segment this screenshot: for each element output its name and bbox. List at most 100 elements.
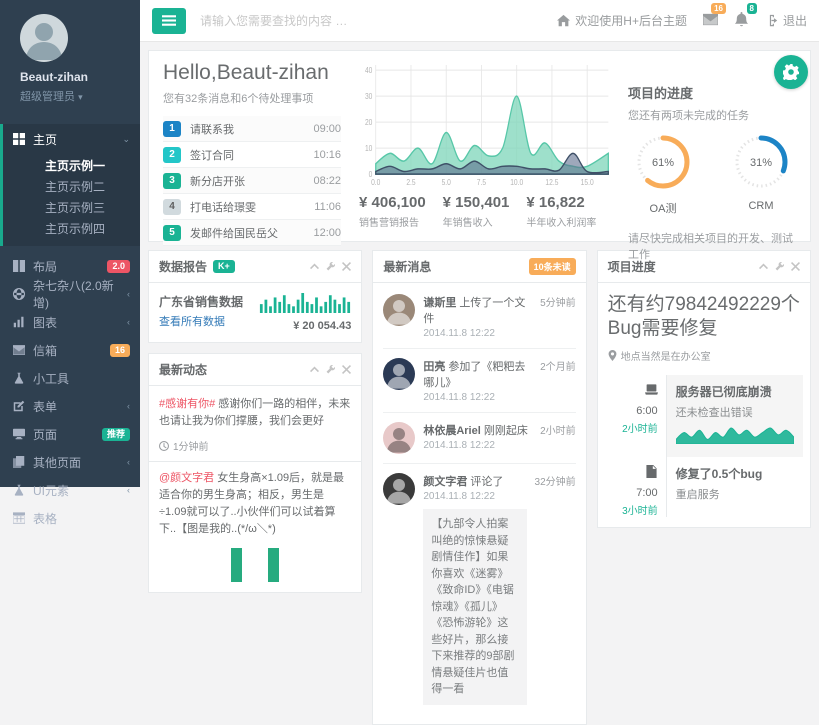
- message-user-link[interactable]: 田亮: [423, 361, 445, 373]
- message-user-link[interactable]: 谦斯里: [423, 297, 456, 309]
- sales-area-chart: 0102030400.02.55.07.510.012.515.0: [359, 61, 610, 188]
- sidebar-item-other-pages[interactable]: 其他页面 ‹: [0, 448, 140, 476]
- clock-icon: [159, 441, 169, 451]
- sidebar-item-misc[interactable]: 杂七杂八(2.0新增) ‹: [0, 280, 140, 308]
- wrench-icon[interactable]: [326, 365, 335, 374]
- divider: [149, 461, 361, 462]
- sidebar-item-mailbox[interactable]: 信箱 16: [0, 336, 140, 364]
- search-input[interactable]: [200, 14, 420, 28]
- panel-title: 数据报告: [159, 258, 207, 275]
- sidebar-item-ui-elements[interactable]: UI元素 ‹: [0, 476, 140, 504]
- sidebar-nav: 主页 ⌄ 主页示例一 主页示例二 主页示例三 主页示例四 布局 2.0 杂七杂八…: [0, 124, 140, 532]
- bar-chart-icon: [13, 316, 25, 328]
- hashtag-link[interactable]: #感谢有你#: [159, 398, 215, 410]
- sidebar-subitem-home-2[interactable]: 主页示例二: [3, 177, 140, 198]
- sidebar: Beaut-zihan 超级管理员 ▾ 主页 ⌄ 主页示例一 主页示例二 主页示…: [0, 0, 140, 487]
- panel-tools: [759, 262, 800, 271]
- feed-post: #感谢有你# 感谢你们一路的相伴，未来也请让我为你们撑腰，我们会更好: [159, 396, 351, 430]
- dashboard-hero: Hello,Beaut-zihan 您有32条消息和6个待处理事项 1 请联系我…: [148, 50, 811, 242]
- top-navbar: 欢迎使用H+后台主题 16 8 退出: [140, 0, 819, 42]
- report-sparkline-chart: [259, 293, 351, 313]
- sidebar-toggle-button[interactable]: [152, 8, 186, 34]
- greeting-subtitle: 您有32条消息和6个待处理事项: [163, 90, 341, 106]
- sidebar-item-forms[interactable]: 表单 ‹: [0, 392, 140, 420]
- file-icon: [645, 465, 658, 478]
- panel-body: 谦斯里 上传了一个文件 2014.11.8 12:22 5分钟前 田亮 参加了《…: [373, 283, 585, 724]
- chevron-left-icon: ‹: [127, 289, 130, 299]
- sidebar-item-pages[interactable]: 页面 推荐: [0, 420, 140, 448]
- timeline-item: 6:00 2小时前 服务器已彻底崩溃 还未检查出错误: [608, 375, 800, 457]
- user-role-dropdown[interactable]: 超级管理员 ▾: [20, 88, 140, 104]
- project-progress-panel: 项目进度 还有约79842492229个Bug需要修复 地点当然是在办公室: [597, 250, 811, 528]
- wrench-icon[interactable]: [775, 262, 784, 271]
- globe-icon: [13, 288, 25, 300]
- logout-button[interactable]: 退出: [765, 12, 807, 29]
- envelope-icon: [703, 12, 718, 27]
- todo-column: Hello,Beaut-zihan 您有32条消息和6个待处理事项 1 请联系我…: [163, 61, 341, 229]
- stat-annual-revenue: ¥ 150,401 年销售收入: [443, 194, 527, 229]
- collapse-icon[interactable]: [310, 365, 319, 374]
- todo-item[interactable]: 3 新分店开张 08:22: [163, 168, 341, 194]
- feed-image-bars: [159, 548, 351, 582]
- column-left: 数据报告 K+ 广东省销售数据 查看所有数据: [148, 250, 362, 593]
- progress-title: 项目的进度: [628, 83, 796, 102]
- avatar: [383, 422, 415, 454]
- collapse-icon[interactable]: [759, 262, 768, 271]
- sidebar-item-charts[interactable]: 图表 ‹: [0, 308, 140, 336]
- message-user-link[interactable]: 林依晨Ariel: [423, 425, 480, 437]
- panel-body: #感谢有你# 感谢你们一路的相伴，未来也请让我为你们撑腰，我们会更好 1分钟前 …: [149, 386, 361, 592]
- todo-item[interactable]: 4 打电话给璟雯 11:06: [163, 194, 341, 220]
- content: Hello,Beaut-zihan 您有32条消息和6个待处理事项 1 请联系我…: [140, 42, 819, 725]
- column-middle: 最新消息 10条未读 谦斯里 上传了一个文件 2014.11.8 12:22: [372, 250, 586, 725]
- todo-item[interactable]: 2 签订合同 10:16: [163, 142, 341, 168]
- mail-menu-button[interactable]: 16: [703, 12, 718, 30]
- panel-title: 最新消息: [383, 258, 431, 275]
- mention-link[interactable]: @颜文字君: [159, 472, 214, 484]
- message-item[interactable]: 颜文字君 评论了 2014.11.8 12:22 【九部令人拍案叫绝的惊悚悬疑剧…: [383, 464, 575, 714]
- svg-text:10: 10: [365, 144, 372, 154]
- stat-half-year-margin: ¥ 16,822 半年收入利润率: [526, 194, 610, 229]
- sidebar-item-layouts[interactable]: 布局 2.0: [0, 252, 140, 280]
- sidebar-subitem-home-4[interactable]: 主页示例四: [3, 219, 140, 240]
- topbar-right: 欢迎使用H+后台主题 16 8 退出: [557, 12, 807, 30]
- message-user-link[interactable]: 颜文字君: [423, 476, 467, 488]
- data-report-panel: 数据报告 K+ 广东省销售数据 查看所有数据: [148, 250, 362, 343]
- message-item[interactable]: 田亮 参加了《粑粑去哪儿》 2014.11.8 12:22 2个月前: [383, 349, 575, 413]
- sidebar-subitem-home-1[interactable]: 主页示例一: [3, 156, 140, 177]
- todo-number-badge: 4: [163, 199, 181, 215]
- sidebar-subitem-home-3[interactable]: 主页示例三: [3, 198, 140, 219]
- message-item[interactable]: 林依晨Ariel 刚刚起床 2014.11.8 12:22 2小时前: [383, 413, 575, 464]
- view-all-data-link[interactable]: 查看所有数据: [159, 313, 225, 329]
- user-avatar[interactable]: [20, 14, 68, 62]
- sidebar-item-widgets[interactable]: 小工具: [0, 364, 140, 392]
- close-icon[interactable]: [342, 262, 351, 271]
- panel-body: 还有约79842492229个Bug需要修复 地点当然是在办公室 6:00 2小…: [598, 283, 810, 527]
- quoted-comment: 【九部令人拍案叫绝的惊悚悬疑剧情佳作】如果你喜欢《迷雾》《致命ID》《电锯惊魂》…: [423, 509, 526, 705]
- theme-config-button[interactable]: [774, 55, 808, 89]
- sign-out-icon: [765, 14, 778, 27]
- gauge-crm: 31% CRM: [732, 133, 790, 216]
- sidebar-item-home[interactable]: 主页 ⌄: [0, 124, 140, 154]
- close-icon[interactable]: [342, 365, 351, 374]
- avatar: [383, 358, 415, 390]
- progress-note: 请尽快完成相关项目的开发、测试工作: [628, 230, 796, 262]
- todo-item[interactable]: 1 请联系我 09:00: [163, 116, 341, 142]
- collapse-icon[interactable]: [310, 262, 319, 271]
- latest-messages-panel: 最新消息 10条未读 谦斯里 上传了一个文件 2014.11.8 12:22: [372, 250, 586, 725]
- svg-text:0.0: 0.0: [371, 177, 380, 187]
- close-icon[interactable]: [791, 262, 800, 271]
- recommend-badge: 推荐: [102, 428, 130, 441]
- bell-icon: [734, 12, 749, 27]
- bug-location: 地点当然是在办公室: [608, 348, 800, 363]
- chevron-down-icon: ⌄: [122, 134, 130, 145]
- column-right: 项目进度 还有约79842492229个Bug需要修复 地点当然是在办公室: [597, 250, 811, 528]
- todo-number-badge: 2: [163, 147, 181, 163]
- feed-post: @颜文字君 女生身高×1.09后，就是最适合你的男生身高；相反，男生是÷1.09…: [159, 470, 351, 538]
- svg-text:7.5: 7.5: [477, 177, 486, 187]
- notifications-button[interactable]: 8: [734, 12, 749, 30]
- wrench-icon[interactable]: [326, 262, 335, 271]
- todo-item[interactable]: 5 发邮件给国民岳父 12:00: [163, 220, 341, 246]
- message-item[interactable]: 谦斯里 上传了一个文件 2014.11.8 12:22 5分钟前: [383, 285, 575, 349]
- sidebar-item-tables[interactable]: 表格: [0, 504, 140, 532]
- greeting-heading: Hello,Beaut-zihan: [163, 61, 341, 85]
